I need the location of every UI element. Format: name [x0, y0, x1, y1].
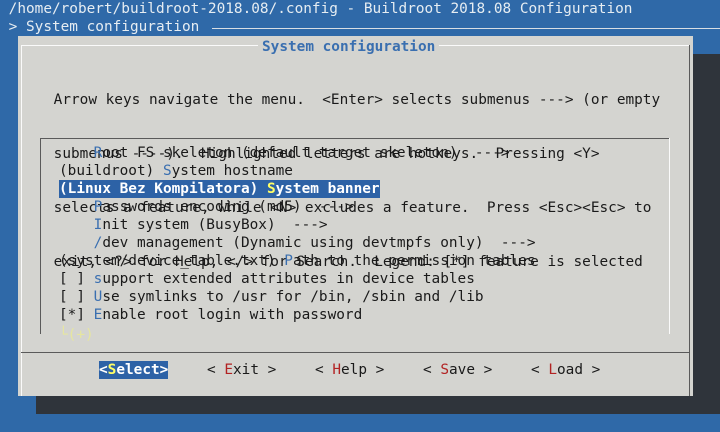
menu-item-usr-symlinks[interactable]: [ ] Use symlinks to /usr for /bin, /sbin…: [59, 288, 484, 306]
dialog-title: System configuration: [258, 38, 440, 56]
menu-item-root-fs-skeleton[interactable]: Root FS skeleton (default target skeleto…: [59, 144, 510, 162]
button-separator: [21, 352, 689, 353]
breadcrumb: > System configuration: [0, 19, 200, 35]
menu-item-extended-attributes[interactable]: [ ] support extended attributes in devic…: [59, 270, 475, 288]
select-button[interactable]: <Select>: [99, 361, 169, 379]
load-button[interactable]: < Load >: [531, 361, 600, 379]
window-title: /home/robert/buildroot-2018.08/.config -…: [0, 1, 633, 17]
dialog-border-left: [21, 45, 22, 396]
menu-item-dev-management[interactable]: /dev management (Dynamic using devtmpfs …: [59, 234, 536, 252]
menu-item-system-hostname[interactable]: (buildroot) System hostname: [59, 162, 293, 180]
hotkey: S: [162, 163, 172, 179]
exit-button[interactable]: < Exit >: [207, 361, 276, 379]
config-dialog: System configuration Arrow keys navigate…: [18, 36, 693, 396]
dialog-border-right: [689, 45, 690, 396]
breadcrumb-rule: [212, 28, 720, 29]
menu-item-system-banner[interactable]: (Linux Bez Kompilatora) System banner: [59, 180, 380, 198]
menu-item-passwords-encoding[interactable]: Passwords encoding (md5) --->: [59, 198, 354, 216]
help-button[interactable]: < Help >: [315, 361, 384, 379]
menu-box-border-right: [669, 138, 670, 334]
button-row: <Select> < Exit > < Help > < Save > < Lo…: [18, 361, 693, 379]
hotkey: S: [266, 181, 276, 197]
more-items-indicator: └(+): [59, 327, 94, 343]
menu-box-border-top: [40, 138, 670, 139]
menu-item-permission-tables[interactable]: (system/device_table.txt) Path to the pe…: [59, 252, 536, 270]
save-button[interactable]: < Save >: [423, 361, 492, 379]
help-line: Arrow keys navigate the menu. <Enter> se…: [45, 92, 661, 108]
menu-item-init-system[interactable]: Init system (BusyBox) --->: [59, 216, 328, 234]
hotkey: P: [284, 253, 293, 269]
menu-box-border-left: [40, 138, 41, 334]
menu-item-root-login[interactable]: [*] Enable root login with password: [59, 306, 362, 324]
